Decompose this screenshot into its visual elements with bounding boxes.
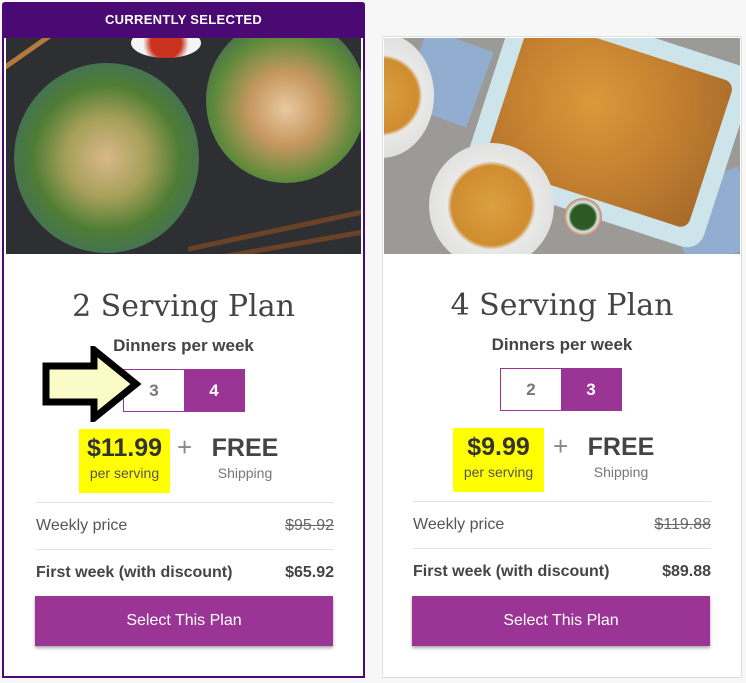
weekly-price-label: Weekly price bbox=[413, 516, 505, 533]
first-week-row: First week (with discount) $65.92 bbox=[36, 561, 334, 585]
shipping-free-text: FREE bbox=[587, 433, 655, 461]
first-week-value: $65.92 bbox=[285, 564, 334, 581]
weekly-price-row: Weekly price $119.88 bbox=[413, 513, 711, 537]
plan-card-4-serving: 4 Serving Plan Dinners per week 2 3 $9.9… bbox=[382, 36, 742, 678]
weekly-price-row: Weekly price $95.92 bbox=[36, 514, 334, 538]
free-shipping: FREE Shipping bbox=[210, 429, 280, 483]
dinners-per-week-label: Dinners per week bbox=[491, 335, 633, 354]
plus-icon: + bbox=[177, 432, 193, 462]
price-per-serving-highlight: $9.99 per serving bbox=[453, 428, 544, 492]
divider bbox=[413, 548, 711, 549]
divider bbox=[36, 502, 334, 503]
first-week-label: First week (with discount) bbox=[413, 563, 610, 580]
plus-icon: + bbox=[553, 431, 569, 461]
plan-card-2-serving: CURRENTLY SELECTED 2 Serving Plan Dinner… bbox=[2, 2, 365, 678]
chopstick bbox=[6, 38, 53, 72]
divider bbox=[36, 549, 334, 550]
price-unit-label: per serving bbox=[463, 464, 534, 480]
dinners-option-2[interactable]: 2 bbox=[501, 369, 561, 410]
select-plan-button[interactable]: Select This Plan bbox=[412, 596, 710, 646]
currently-selected-banner: CURRENTLY SELECTED bbox=[2, 2, 365, 38]
free-shipping: FREE Shipping bbox=[586, 428, 656, 482]
arrow-right-icon bbox=[42, 346, 142, 422]
shipping-label: Shipping bbox=[593, 464, 649, 480]
plan-title: 2 Serving Plan bbox=[72, 289, 295, 324]
shipping-free-text: FREE bbox=[211, 434, 279, 462]
weekly-price-label: Weekly price bbox=[36, 517, 128, 534]
first-week-label: First week (with discount) bbox=[36, 564, 233, 581]
salad-bowl bbox=[14, 63, 199, 253]
weekly-price-value: $119.88 bbox=[654, 516, 711, 533]
divider bbox=[413, 501, 711, 502]
mac-and-cheese-casserole-photo bbox=[384, 38, 740, 254]
herb-cup bbox=[564, 198, 602, 236]
plan-title: 4 Serving Plan bbox=[450, 288, 674, 323]
salad-bowl bbox=[206, 38, 361, 183]
dinners-option-4[interactable]: 4 bbox=[184, 370, 244, 411]
price-per-serving-highlight: $11.99 per serving bbox=[79, 429, 170, 493]
shipping-label: Shipping bbox=[217, 465, 273, 481]
price-row: $11.99 per serving + FREE Shipping bbox=[4, 429, 363, 493]
dinners-per-week-toggle: 2 3 bbox=[500, 368, 622, 411]
dinners-option-3[interactable]: 3 bbox=[561, 369, 621, 410]
price-unit-label: per serving bbox=[89, 465, 160, 481]
price-per-serving: $9.99 bbox=[467, 433, 530, 461]
first-week-value: $89.88 bbox=[662, 563, 711, 580]
sauce-cup bbox=[131, 38, 201, 58]
select-plan-button[interactable]: Select This Plan bbox=[35, 596, 333, 646]
price-row: $9.99 per serving + FREE Shipping bbox=[383, 428, 741, 492]
weekly-price-value: $95.92 bbox=[285, 517, 334, 534]
tofu-salad-bowls-photo bbox=[6, 38, 361, 254]
price-per-serving: $11.99 bbox=[86, 434, 163, 462]
first-week-row: First week (with discount) $89.88 bbox=[413, 560, 711, 584]
